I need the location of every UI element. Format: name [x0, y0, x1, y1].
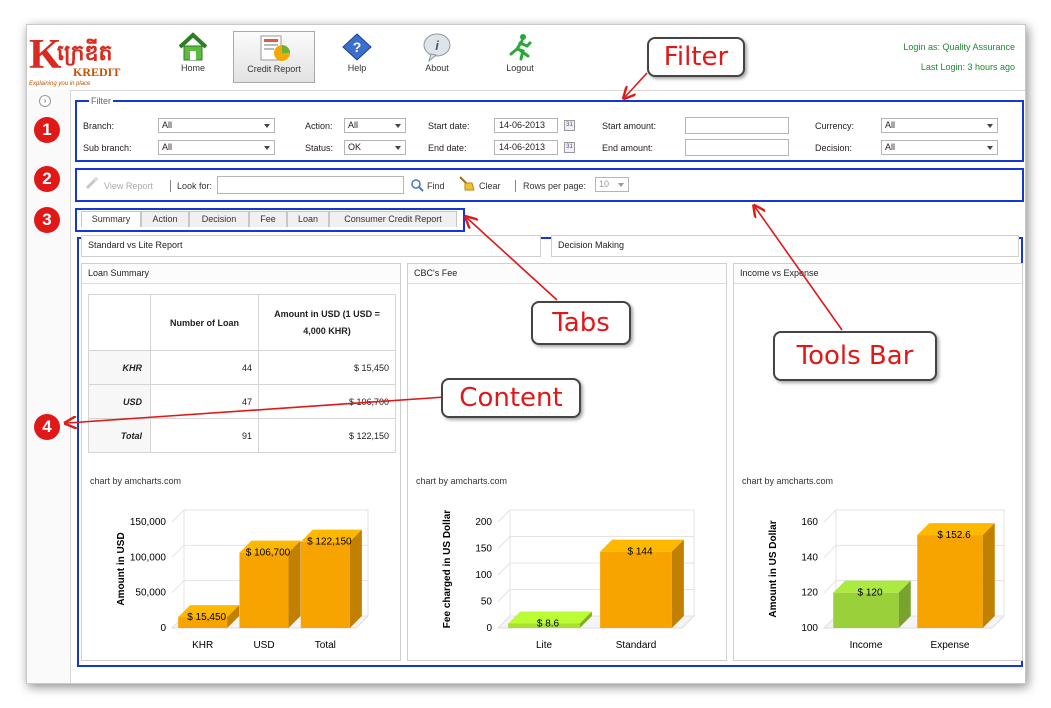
toolsbar-arrow — [755, 207, 843, 331]
marker-2: 2 — [34, 166, 60, 192]
marker-3: 3 — [34, 207, 60, 233]
tabs-callout: Tabs — [531, 301, 631, 345]
marker-4: 4 — [34, 414, 60, 440]
content-callout: Content — [441, 378, 581, 418]
filter-callout: Filter — [647, 37, 745, 77]
filter-arrow — [625, 72, 648, 97]
content-arrow — [67, 396, 446, 423]
tabs-arrow — [467, 218, 558, 301]
marker-1: 1 — [34, 117, 60, 143]
tools-bar-callout: Tools Bar — [773, 331, 937, 381]
app-window: K ក្រេឌីត KREDIT Explaining you in place… — [26, 24, 1026, 684]
